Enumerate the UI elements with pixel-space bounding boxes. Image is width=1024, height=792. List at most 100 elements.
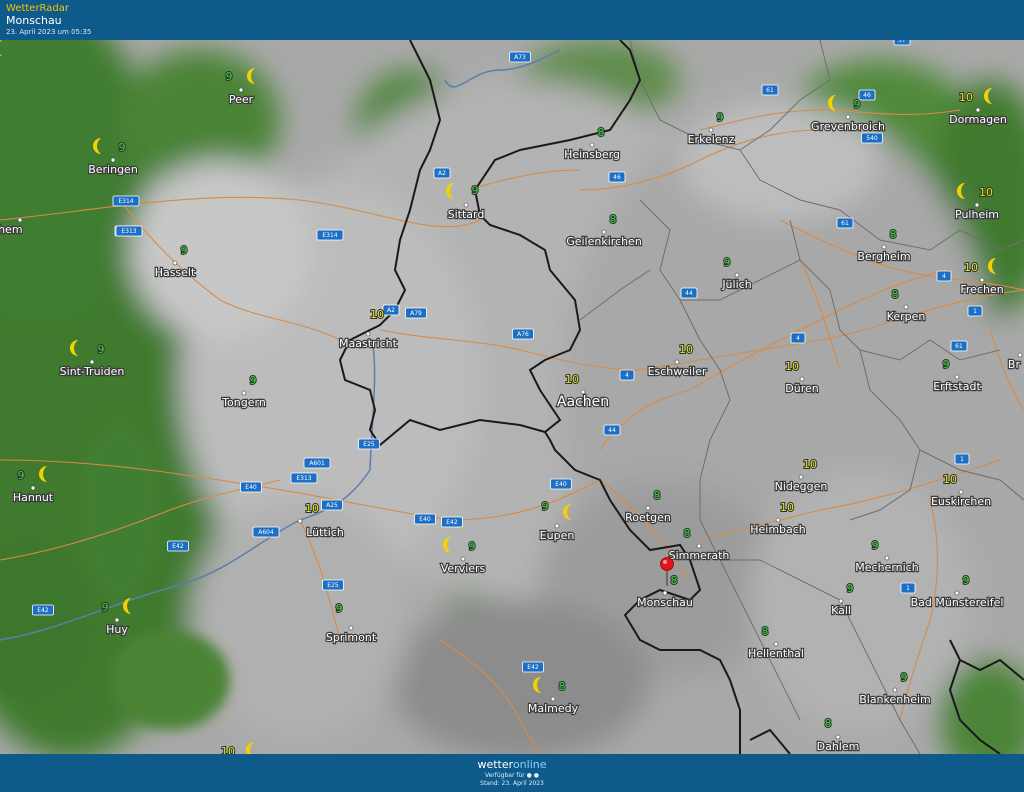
city-dot [799,376,805,382]
road-sign-540: 540 [861,132,883,144]
road-sign-label: A604 [258,529,274,536]
temperature-value: 8 [610,213,617,226]
city-dot [708,127,714,133]
radar-map[interactable]: A73A2A2A79A76E314E313E314E313E25A601E313… [0,40,1024,754]
road-sign-label: 1 [960,456,964,463]
temperature-value: 9 [717,111,724,124]
city-dot [954,374,960,380]
road-sign-label: 540 [866,135,878,142]
map-canvas[interactable]: A73A2A2A79A76E314E313E314E313E25A601E313… [0,40,1024,754]
availability-note: Verfügbar für ● ● [0,772,1024,779]
road-sign-e42: E42 [522,661,544,673]
temperature-value: 10 [370,308,384,321]
city-label: Jülich [721,278,751,291]
city-dot [884,555,890,561]
city-dot [30,485,36,491]
road-sign-label: E42 [37,607,49,614]
city-dot [110,157,116,163]
road-sign-44: 44 [603,424,621,436]
city-dot [238,87,244,93]
road-sign-label: 46 [863,92,871,99]
road-sign-label: E314 [118,198,133,205]
road-sign-a73: A73 [509,51,531,63]
temperature-value: 9 [963,574,970,587]
road-sign-label: 61 [955,343,963,350]
city-label: -Zichem [0,223,23,236]
temperature-value: 10 [565,373,579,386]
road-sign-label: A25 [326,502,338,509]
road-sign-44: 44 [680,287,698,299]
city-label: Mechernich [855,561,918,574]
city-label: Pulheim [955,208,999,221]
temperature-value: 8 [684,527,691,540]
temperature-value: 8 [654,489,661,502]
city-label: Roetgen [625,511,671,524]
city-label: Lüttich [306,526,344,539]
city-label: Erftstadt [933,380,981,393]
temperature-value: 9 [901,671,908,684]
city-label: Sint-Truiden [60,365,125,378]
city-dot [241,390,247,396]
city-label: Beringen [88,163,138,176]
city-dot [775,517,781,523]
city-dot [903,304,909,310]
city-dot [975,107,981,113]
road-sign-label: A601 [309,460,325,467]
temperature-value: 10 [785,360,799,373]
city-dot [798,474,804,480]
city-dot [17,217,23,223]
city-label: Heimbach [750,523,806,536]
app-title: WetterRadar [6,3,70,14]
road-sign-label: E313 [121,228,136,235]
city-dot [601,229,607,235]
temperature-value: 9 [724,256,731,269]
city-dot [297,518,303,524]
road-sign-46: 46 [608,171,626,183]
temperature-value: 9 [226,70,233,83]
city-dot [554,523,560,529]
city-label: Malmedy [528,702,579,715]
road-sign-57: 57 [893,40,911,46]
app-footer: wetteronline Verfügbar für ● ● Stand: 23… [0,754,1024,792]
pin-highlight [663,560,667,564]
temperature-value: 8 [559,680,566,693]
city-label: Aachen [557,394,609,410]
city-label: Sprimont [326,631,377,644]
road-sign-a25: A25 [321,499,343,511]
brand-logo[interactable]: wetteronline [0,758,1024,771]
city-label: Euskirchen [931,495,991,508]
city-dot [662,590,668,596]
temperature-value: 9 [943,358,950,371]
city-dot [892,687,898,693]
temperature-value: 10 [679,343,693,356]
location-name: Monschau [6,14,62,27]
road-sign-label: 1 [906,585,910,592]
road-sign-46: 46 [858,89,876,101]
city-label: Tongern [221,396,266,409]
city-dot [773,641,779,647]
road-sign-e42: E42 [167,540,189,552]
city-label: Erkelenz [688,133,735,146]
temperature-value: 10 [964,261,978,274]
city-label: Bad Münstereifel [911,596,1004,609]
city-label: Sittard [448,208,485,221]
road-sign-label: E314 [322,232,337,239]
temperature-value: 9 [847,582,854,595]
temperature-value: 9 [542,500,549,513]
temperature-value: 10 [943,473,957,486]
road-sign-label: E40 [245,484,257,491]
road-sign-e40: E40 [414,513,436,525]
city-dot [974,202,980,208]
temperature-value: 9 [98,343,105,356]
road-sign-label: 4 [942,273,946,280]
temperature-value: 9 [102,601,109,614]
city-label: Dormagen [949,113,1007,126]
road-sign-label: E40 [419,516,431,523]
pin-head [660,557,674,571]
city-label: Bergheim [857,250,910,263]
road-sign-1: 1 [954,453,970,465]
road-sign-e40: E40 [550,478,572,490]
city-label: Hannut [13,491,54,504]
app-header: WetterRadar Monschau 23. April 2023 um 0… [0,0,1024,40]
temperature-value: 8 [890,228,897,241]
